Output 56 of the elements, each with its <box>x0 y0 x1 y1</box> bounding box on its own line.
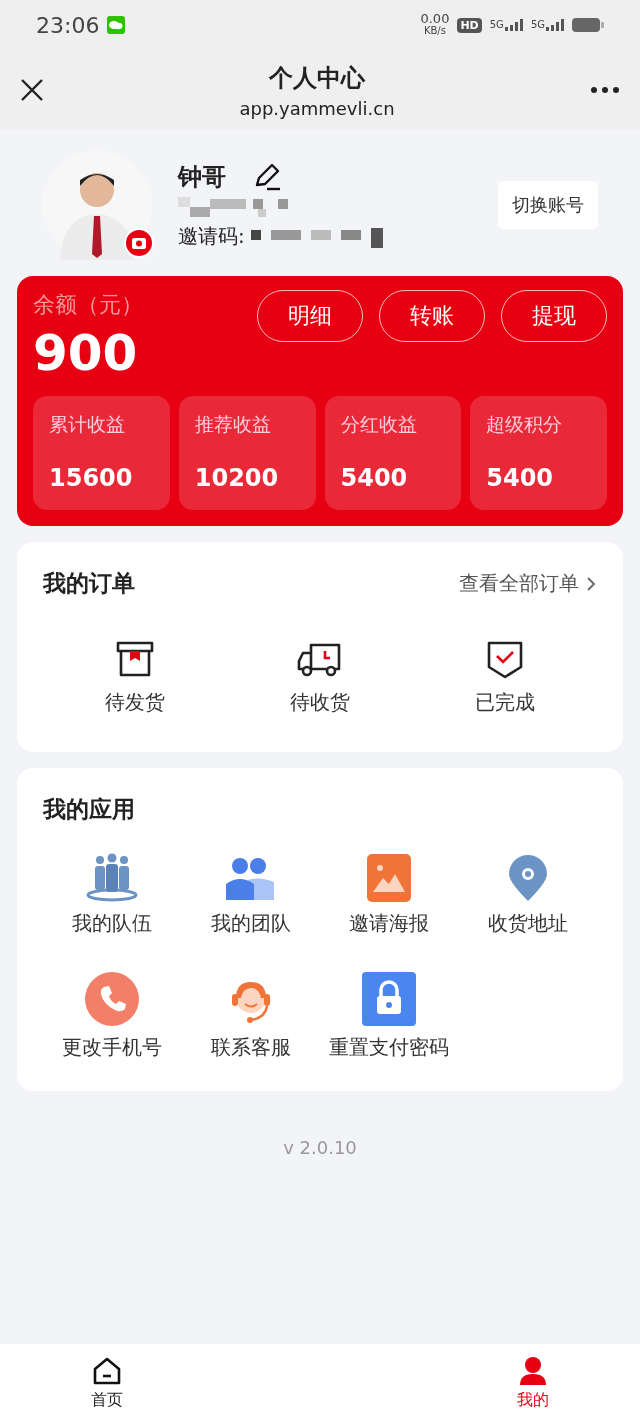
app-label[interactable]: 联系客服 <box>210 1034 291 1061</box>
lock-icon[interactable] <box>362 972 417 1026</box>
app-label[interactable]: 我的队伍 <box>72 910 153 937</box>
battery-icon <box>572 17 604 33</box>
stat-label: 分红收益 <box>340 412 418 437</box>
app-label[interactable]: 收货地址 <box>487 910 568 937</box>
image-icon[interactable] <box>367 854 412 902</box>
chat-app-icon <box>107 16 126 34</box>
close-icon[interactable] <box>20 78 44 102</box>
stat-label: 推荐收益 <box>194 412 272 437</box>
stat-label: 超级积分 <box>486 412 564 437</box>
stat-value: 5400 <box>340 464 409 492</box>
app-label[interactable]: 邀请海报 <box>349 910 430 937</box>
phone-icon[interactable] <box>85 972 140 1026</box>
invite-code-label: 邀请码: <box>178 222 245 250</box>
user-name: 钟哥 <box>178 161 226 193</box>
order-status-label[interactable]: 待发货 <box>105 689 166 716</box>
app-label[interactable]: 我的团队 <box>210 910 291 937</box>
network-speed: 0.00 <box>420 13 450 25</box>
camera-icon[interactable] <box>124 228 154 258</box>
order-status-label[interactable]: 待收货 <box>290 689 350 716</box>
home-icon <box>91 1355 122 1386</box>
chevron-right-icon <box>585 575 597 592</box>
stat-tile[interactable]: 推荐收益 10200 <box>178 396 316 510</box>
network-label: 5G <box>530 19 545 30</box>
tab-item[interactable]: 首页 <box>0 1344 214 1422</box>
hd-badge: HD <box>457 17 482 33</box>
page-title: 个人中心 <box>267 62 366 94</box>
stat-tile[interactable]: 分红收益 5400 <box>324 396 462 510</box>
app-label[interactable]: 更改手机号 <box>62 1034 163 1061</box>
tab-item[interactable]: 我的 <box>426 1344 640 1422</box>
view-all-orders-link[interactable]: 查看全部订单 <box>459 570 597 597</box>
signal-icon <box>504 19 523 31</box>
more-icon[interactable] <box>590 86 620 94</box>
stat-value: 10200 <box>194 464 280 492</box>
balance-label: 余额（元） <box>33 291 143 319</box>
user-icon <box>518 1355 549 1386</box>
stat-tile[interactable]: 累计收益 15600 <box>33 396 170 510</box>
stat-tile[interactable]: 超级积分 5400 <box>470 396 607 510</box>
status-time: 23:06 <box>36 12 100 38</box>
speed-unit: KB/s <box>423 25 446 37</box>
page-url: app.yammevli.cn <box>238 97 396 119</box>
signal-icon <box>546 19 564 31</box>
app-label[interactable]: 重置支付密码 <box>329 1034 450 1061</box>
balance-amount: 900 <box>33 324 139 382</box>
section-title: 我的应用 <box>43 795 135 824</box>
version-text: v 2.0.10 <box>282 1137 358 1158</box>
stat-label: 累计收益 <box>49 412 126 437</box>
network-label: 5G <box>489 19 504 30</box>
location-pin-icon[interactable] <box>506 854 549 902</box>
order-status-label[interactable]: 已完成 <box>474 689 535 716</box>
stat-value: 5400 <box>486 464 555 492</box>
box-icon[interactable] <box>115 639 156 679</box>
stat-value: 15600 <box>49 464 134 492</box>
switch-account-button[interactable]: 切换账号 <box>498 181 598 229</box>
section-title: 我的订单 <box>43 569 135 598</box>
